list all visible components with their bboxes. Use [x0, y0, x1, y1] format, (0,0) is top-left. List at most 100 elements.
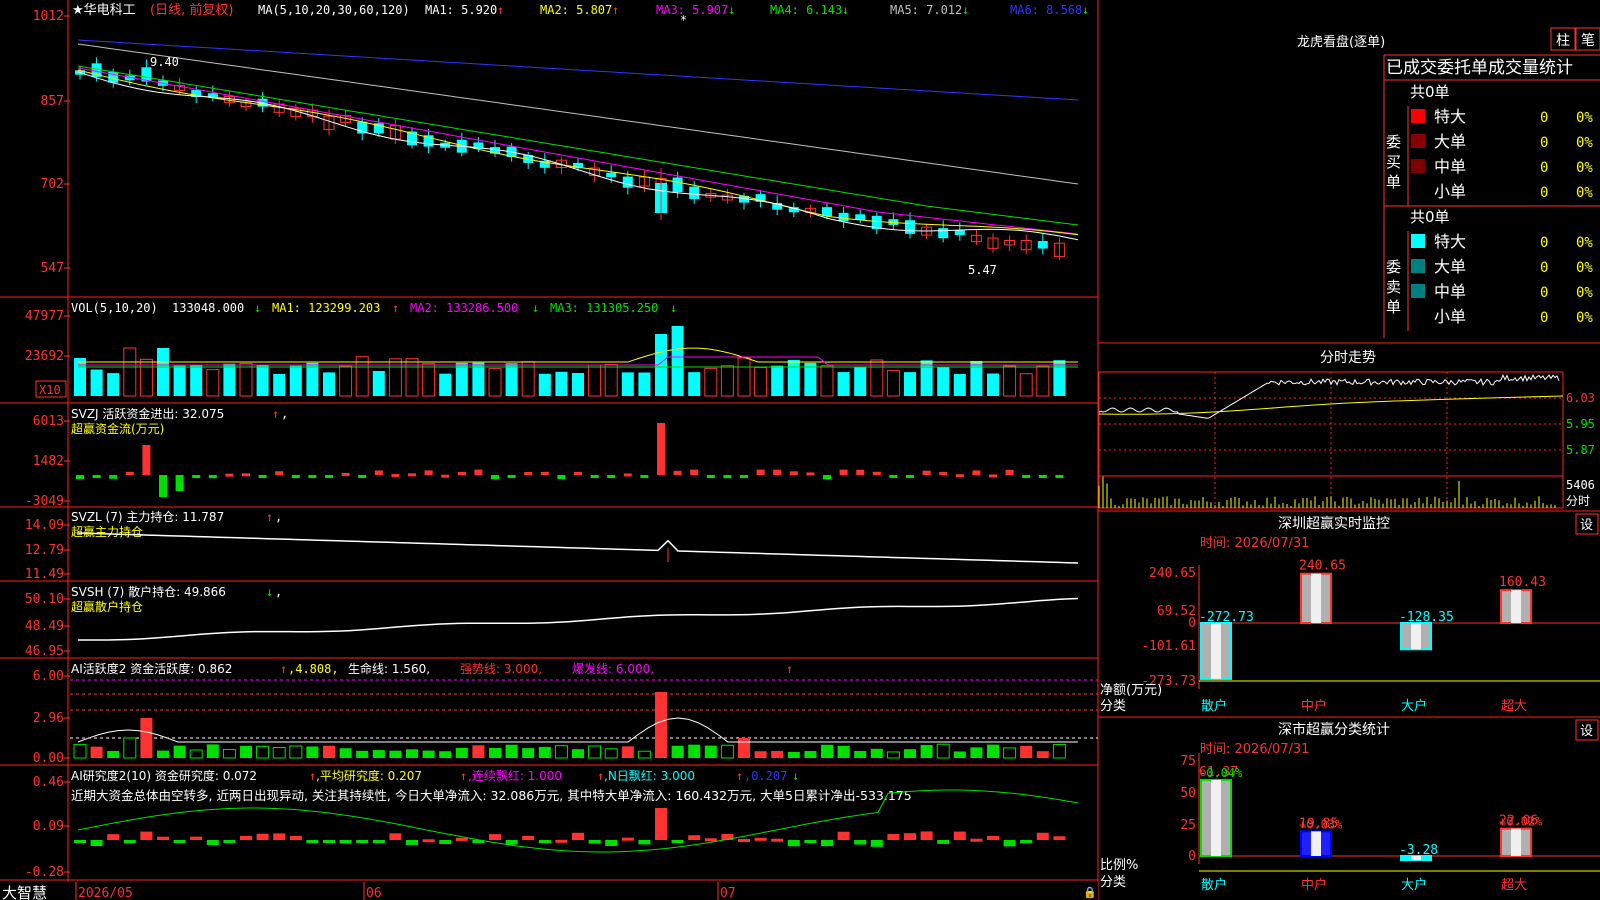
bar-value-label: -272.73 — [1199, 610, 1254, 625]
flow-bar — [374, 470, 383, 475]
stock-name[interactable]: ★华电科工 — [72, 3, 136, 18]
vol-ma2-arrow: ↓ — [532, 301, 539, 315]
bar-category: 中户 — [1301, 877, 1327, 893]
research-bar — [273, 833, 286, 840]
bar-value-label: -3.28 — [1399, 843, 1438, 858]
flow-bar — [208, 475, 217, 479]
research-bar — [356, 840, 369, 843]
volume-bar — [804, 362, 817, 396]
volume-bar — [820, 365, 834, 397]
flow-bar — [109, 475, 118, 479]
research-bar — [804, 840, 817, 843]
order-class-name: 特大 — [1434, 107, 1466, 126]
order-total: 共0单 — [1410, 83, 1450, 101]
vol-ma2: MA2: 133286.500 — [410, 301, 518, 315]
flow-bar — [557, 475, 566, 479]
order-total: 共0单 — [1410, 208, 1450, 226]
volume-bar — [904, 372, 916, 396]
svsh-y-axis: 50.10 48.49 46.95 — [25, 592, 70, 659]
order-class-count: 0 — [1540, 285, 1548, 301]
date-axis-label: 2026/05 — [78, 886, 133, 900]
research-bar — [538, 840, 551, 843]
volume-bar — [555, 371, 568, 396]
star-marker-icon: * — [680, 13, 687, 27]
ma-legend-arrow-5: ↓ — [962, 3, 969, 17]
volume-bar — [355, 356, 369, 397]
research-bar — [605, 840, 618, 846]
volume-bar — [488, 368, 502, 397]
research-bar — [289, 835, 302, 840]
column-view-label: 柱 — [1556, 33, 1570, 49]
order-stats-tabs[interactable]: 已成交委托单成交量统计 — [1386, 58, 1573, 78]
svzj-yticks-tick: 1482 — [33, 454, 64, 469]
research-bar — [738, 839, 750, 843]
ai2-yticks-tick: 0.46 — [33, 775, 64, 790]
ai2-y-axis: 0.46 0.09 -0.28 — [25, 775, 70, 880]
ai1-yticks-tick: 6.00 — [33, 669, 64, 684]
activity-bar — [206, 744, 219, 758]
flow-bar — [673, 470, 682, 475]
order-class-name: 中单 — [1434, 157, 1466, 176]
class-ylabel: 比例% — [1100, 858, 1138, 873]
order-class-name: 小单 — [1434, 307, 1466, 326]
research-bar — [140, 831, 153, 840]
ai1-value2: ,4.808, — [288, 662, 339, 676]
sz-monitor-panel: 深圳超赢实时监控 设 时间: 2026/07/31 240.6569.520-1… — [1100, 513, 1600, 714]
flow-bar — [955, 474, 964, 478]
flow-bar — [607, 475, 616, 478]
stock-terminal-screen: ★华电科工 (日线, 前复权) MA(5,10,20,30,60,120) MA… — [0, 0, 1600, 900]
bar-change-label: -0.04% — [1199, 766, 1243, 780]
flow-bar — [192, 475, 201, 478]
flow-bar — [623, 473, 632, 477]
flow-bar — [590, 475, 599, 478]
activity-bar — [688, 744, 701, 758]
flow-bar — [242, 473, 250, 477]
activity-bar — [339, 748, 352, 758]
volume-bar — [604, 363, 618, 397]
bar-y-tick: -101.61 — [1141, 639, 1196, 654]
volume-bar — [837, 372, 850, 396]
intraday-tick-2: 5.95 — [1566, 417, 1595, 431]
order-class-pct: 0% — [1576, 235, 1593, 251]
research-bar — [107, 834, 120, 840]
intraday-unit: 分时 — [1566, 494, 1590, 508]
main-yticks-tick: 857 — [41, 94, 64, 109]
period-label[interactable]: (日线, 前复权) — [150, 2, 233, 18]
activity-bar — [157, 750, 169, 758]
class-xlabel: 分类 — [1100, 875, 1126, 890]
order-class-pct: 0% — [1576, 260, 1593, 276]
bar-category: 超大 — [1501, 878, 1527, 893]
order-class-name: 大单 — [1434, 257, 1466, 276]
candle-down — [838, 212, 849, 222]
volume-bar — [422, 363, 436, 397]
order-class-swatch — [1411, 234, 1425, 248]
bar-category: 超大 — [1501, 699, 1527, 714]
flow-bar — [76, 475, 84, 480]
svzl-path — [77, 532, 1079, 564]
main-yticks-tick: 547 — [41, 261, 64, 276]
bar-y-tick: 0 — [1188, 616, 1196, 631]
ai1-strong-line: 强势线: 3.000, — [460, 662, 542, 676]
volume-bar — [720, 365, 734, 397]
order-class-swatch — [1411, 284, 1425, 298]
volume-bar — [323, 372, 335, 396]
research-bar — [837, 831, 850, 840]
candle-down — [672, 177, 683, 193]
volume-bar — [190, 365, 203, 396]
retail-holding-line — [78, 597, 1079, 641]
flow-bar — [657, 423, 665, 475]
ai2-title: AI研究度2(10) 资金研究度: 0.072 — [71, 768, 257, 783]
research-bar — [372, 840, 385, 843]
activity-bar — [720, 744, 734, 759]
ai1-life-line: 生命线: 1.560, — [348, 661, 430, 676]
volume-bar — [671, 326, 684, 396]
research-bar — [887, 834, 900, 840]
order-class-count: 0 — [1540, 110, 1548, 126]
ai2-arrow5: ↓ — [792, 769, 799, 783]
research-bar — [821, 840, 833, 847]
research-bar — [572, 832, 584, 840]
activity-bar — [754, 751, 767, 758]
lock-icon[interactable]: 🔒 — [1083, 886, 1097, 899]
volume-bar — [771, 365, 784, 396]
flow-bar — [972, 470, 981, 475]
